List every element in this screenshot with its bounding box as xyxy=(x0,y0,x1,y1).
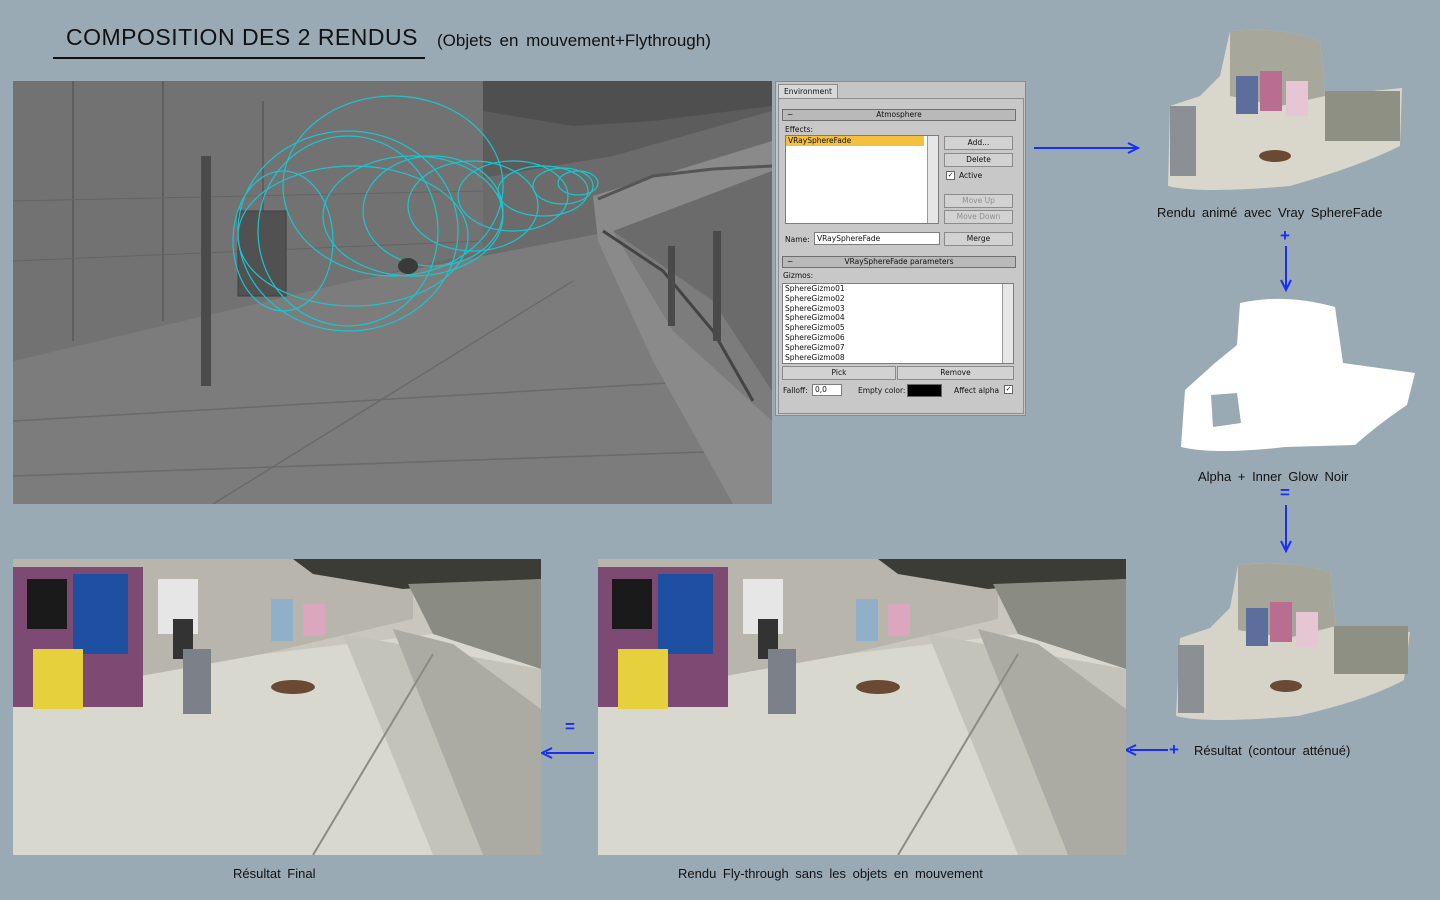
rollout-params-label: VRaySphereFade parameters xyxy=(844,257,954,266)
tab-environment[interactable]: Environment xyxy=(778,84,838,99)
move-down-button[interactable]: Move Down xyxy=(944,210,1013,224)
remove-button[interactable]: Remove xyxy=(897,366,1014,380)
rollout-atmosphere[interactable]: − Atmosphere xyxy=(782,109,1016,121)
tab-panel: − Atmosphere Effects: VRaySphereFade Add.… xyxy=(778,98,1024,414)
plus-symbol: + xyxy=(1280,226,1290,245)
arrow-down-icon xyxy=(1280,505,1292,554)
3d-viewport[interactable] xyxy=(13,81,772,504)
label-soft-contour: Résultat (contour atténué) xyxy=(1194,743,1351,758)
name-field[interactable]: VRaySphereFade xyxy=(814,232,940,245)
rollout-atmosphere-label: Atmosphere xyxy=(876,110,922,119)
list-item[interactable]: SphereGizmo03 xyxy=(783,304,1013,314)
falloff-label: Falloff: xyxy=(783,386,808,395)
list-item[interactable]: SphereGizmo02 xyxy=(783,294,1013,304)
empty-color-label: Empty color: xyxy=(858,386,906,395)
gizmos-label: Gizmos: xyxy=(783,271,814,280)
name-label: Name: xyxy=(785,235,810,244)
effects-label: Effects: xyxy=(785,125,814,134)
pick-button[interactable]: Pick xyxy=(782,366,896,380)
effects-list[interactable]: VRaySphereFade xyxy=(785,135,939,224)
alpha-matte-image xyxy=(1175,295,1425,457)
list-item[interactable]: SphereGizmo08 xyxy=(783,353,1013,363)
flythrough-render-image xyxy=(598,559,1126,855)
gizmos-list[interactable]: SphereGizmo01 SphereGizmo02 SphereGizmo0… xyxy=(782,283,1014,364)
label-final: Résultat Final xyxy=(233,866,316,881)
list-item[interactable]: SphereGizmo06 xyxy=(783,333,1013,343)
falloff-spinner[interactable]: 0,0 xyxy=(812,384,842,396)
move-up-button[interactable]: Move Up xyxy=(944,194,1013,208)
empty-color-swatch[interactable] xyxy=(907,384,942,397)
list-item[interactable]: SphereGizmo04 xyxy=(783,313,1013,323)
page-title: COMPOSITION DES 2 RENDUS xyxy=(66,24,418,50)
affect-alpha-checkbox[interactable]: ✓ xyxy=(1004,385,1013,394)
soft-contour-result-image xyxy=(1168,560,1416,722)
effects-item-selected[interactable]: VRaySphereFade xyxy=(786,136,924,146)
active-label: Active xyxy=(959,171,983,180)
label-alpha: Alpha + Inner Glow Noir xyxy=(1198,469,1349,484)
effects-scrollbar[interactable] xyxy=(927,136,938,223)
viewport-scene xyxy=(13,81,772,504)
merge-button[interactable]: Merge xyxy=(944,232,1013,246)
arrow-right-icon xyxy=(1034,142,1141,154)
active-checkbox[interactable]: ✓ xyxy=(946,171,955,180)
animated-render-image xyxy=(1160,26,1402,194)
delete-button[interactable]: Delete xyxy=(944,153,1013,167)
plus-symbol-2: + xyxy=(1169,740,1179,759)
add-button[interactable]: Add... xyxy=(944,136,1013,150)
arrow-left-icon-2 xyxy=(540,747,594,759)
page-subtitle: (Objets en mouvement+Flythrough) xyxy=(437,31,711,50)
arrow-down-icon xyxy=(1280,246,1292,293)
label-animated-render: Rendu animé avec Vray SphereFade xyxy=(1157,205,1383,220)
list-item[interactable]: SphereGizmo05 xyxy=(783,323,1013,333)
equals-symbol: = xyxy=(1280,483,1290,502)
equals-symbol-2: = xyxy=(565,717,575,736)
final-result-image xyxy=(13,559,541,855)
list-item[interactable]: SphereGizmo07 xyxy=(783,343,1013,353)
arrow-left-icon xyxy=(1124,744,1168,756)
list-item[interactable]: SphereGizmo01 xyxy=(783,284,1013,294)
label-flythrough: Rendu Fly-through sans les objets en mou… xyxy=(678,866,983,881)
affect-alpha-label: Affect alpha xyxy=(954,386,1000,395)
gizmos-scrollbar[interactable] xyxy=(1002,284,1013,363)
environment-dialog: Environment − Atmosphere Effects: VRaySph… xyxy=(775,81,1026,416)
title-underline xyxy=(53,57,425,59)
rollout-spherefade-params[interactable]: − VRaySphereFade parameters xyxy=(782,256,1016,268)
